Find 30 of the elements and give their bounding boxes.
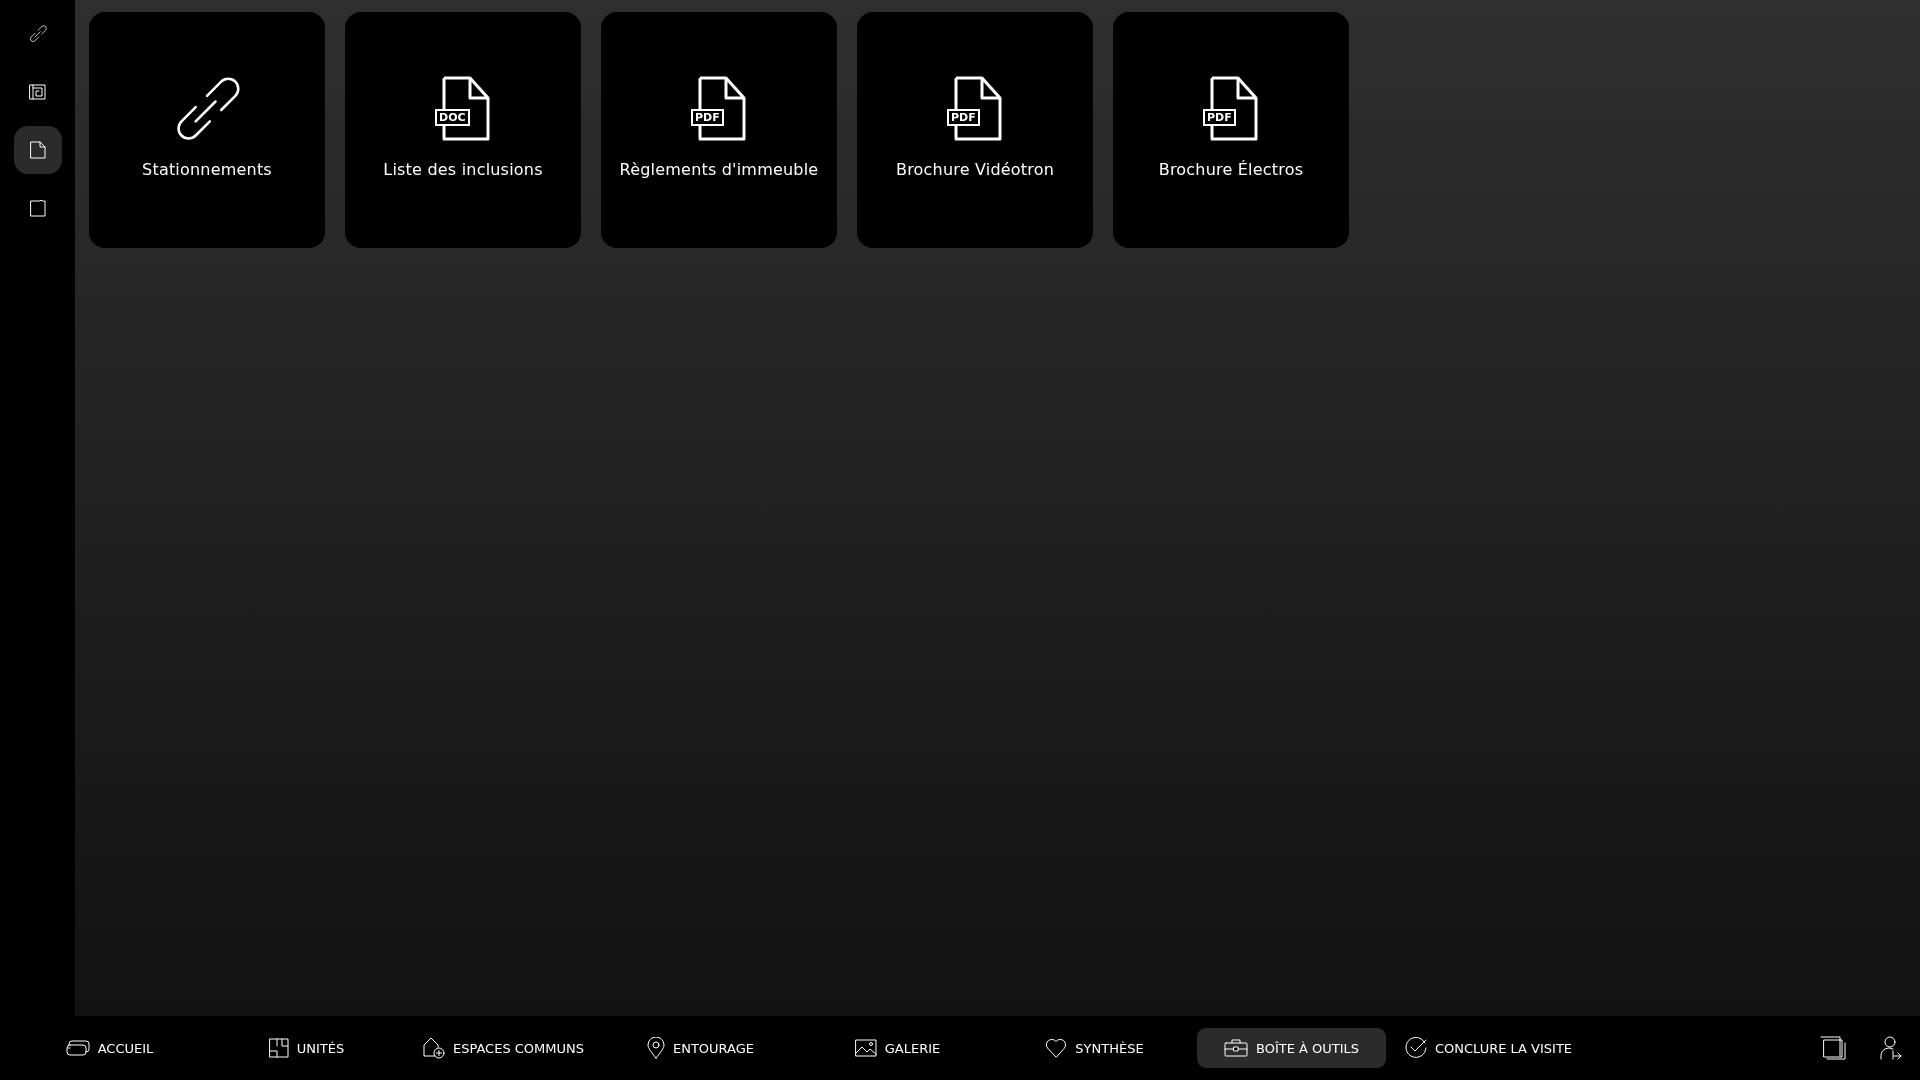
toolbox-icon [1223,1039,1248,1057]
stacked-cards-icon [65,1040,90,1056]
nav-tab[interactable]: CONCLURE LA VISITE [1390,1028,1587,1068]
floor-plan-icon [28,83,47,101]
nav-tab[interactable]: GALERIE [840,1028,955,1068]
card-label: Brochure Vidéotron [895,160,1055,179]
nav-tab[interactable]: ESPACES COMMUNS [408,1028,599,1068]
location-pin-icon [646,1037,665,1059]
sidebar-item[interactable] [13,126,62,174]
check-circle-icon [1404,1037,1427,1059]
image-icon [854,1039,877,1057]
house-plus-icon [422,1037,445,1059]
nav-tab[interactable]: SYNTHÈSE [1031,1028,1158,1068]
link-icon [28,25,47,43]
heart-icon [1045,1038,1068,1058]
nav-tab[interactable]: UNITÉS [254,1028,359,1068]
card-label: Brochure Électros [1158,160,1304,179]
card-label: Stationnements [142,160,272,179]
document-icon [29,141,46,159]
document-card[interactable]: PDF Règlements d'immeuble [601,12,837,248]
nav-tab[interactable]: ACCUEIL [51,1028,168,1068]
card-label: Liste des inclusions [383,160,543,179]
nav-tab[interactable]: ENTOURAGE [632,1028,769,1068]
document-card[interactable]: PDF Brochure Électros [1113,12,1349,248]
document-card[interactable]: DOC Liste des inclusions [345,12,581,248]
floor-plan-icon [268,1038,289,1058]
document-card[interactable]: Stationnements [89,12,325,248]
document-card[interactable]: PDF Brochure Vidéotron [857,12,1093,248]
nav-tab[interactable]: BOÎTE À OUTILS [1196,1028,1387,1068]
card-label: Règlements d'immeuble [619,160,819,179]
